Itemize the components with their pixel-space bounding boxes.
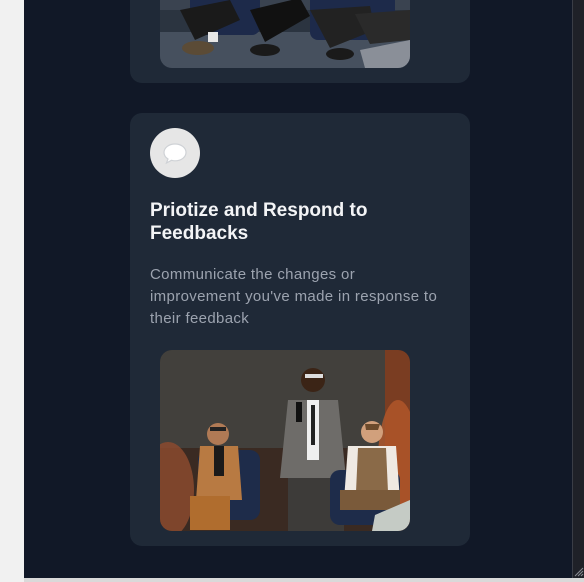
speaker-panel-illustration <box>160 350 410 531</box>
speech-bubble-icon <box>163 143 187 165</box>
card-title: Priotize and Respond to Feedbacks <box>150 200 368 244</box>
audience-photo <box>160 0 410 68</box>
feature-card: Priotize and Respond to Feedbacks Commun… <box>130 113 470 546</box>
feature-icon-badge <box>150 128 200 178</box>
page-viewport: Priotize and Respond to Feedbacks Commun… <box>24 0 572 578</box>
feature-card-previous <box>130 0 470 83</box>
browser-frame: Priotize and Respond to Feedbacks Commun… <box>0 0 584 582</box>
card-description: Communicate the changes or improvement y… <box>150 266 438 327</box>
window-bottom-edge <box>24 578 584 582</box>
vertical-scrollbar[interactable] <box>572 0 584 578</box>
audience-illustration <box>160 0 410 68</box>
speaker-photo <box>160 350 410 531</box>
resize-grip-icon[interactable] <box>574 567 584 577</box>
